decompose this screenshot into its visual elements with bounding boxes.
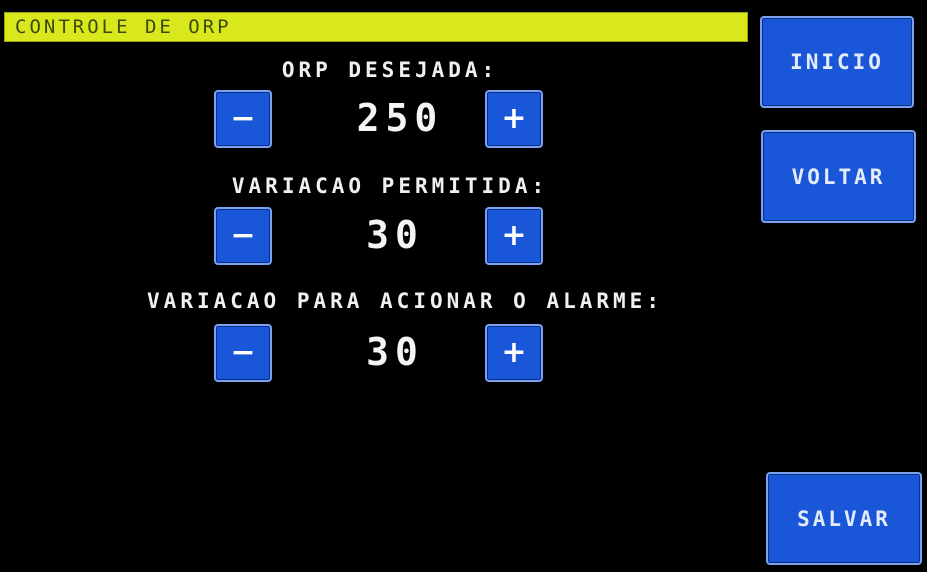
variacao-permitida-value: 30	[366, 213, 424, 257]
plus-icon: +	[501, 101, 527, 136]
salvar-button-label: SALVAR	[797, 506, 891, 531]
plus-icon: +	[501, 335, 527, 370]
plus-icon: +	[501, 218, 527, 253]
orp-desejada-label: ORP DESEJADA:	[281, 58, 499, 82]
inicio-button[interactable]: INICIO	[760, 16, 914, 108]
salvar-button[interactable]: SALVAR	[766, 472, 922, 565]
variacao-alarme-increment-button[interactable]: +	[485, 324, 543, 382]
voltar-button-label: VOLTAR	[791, 164, 886, 189]
page-title: CONTROLE DE ORP	[15, 16, 232, 38]
title-bar: CONTROLE DE ORP	[4, 12, 748, 42]
minus-icon: −	[230, 101, 256, 136]
orp-desejada-decrement-button[interactable]: −	[214, 90, 272, 148]
voltar-button[interactable]: VOLTAR	[761, 130, 916, 223]
variacao-permitida-label: VARIACAO PERMITIDA:	[231, 174, 549, 198]
variacao-alarme-decrement-button[interactable]: −	[214, 324, 272, 382]
orp-desejada-increment-button[interactable]: +	[485, 90, 543, 148]
variacao-alarme-label: VARIACAO PARA ACIONAR O ALARME:	[147, 289, 663, 313]
inicio-button-label: INICIO	[790, 50, 884, 74]
variacao-alarme-value: 30	[366, 330, 424, 374]
orp-desejada-value: 250	[356, 96, 444, 140]
variacao-permitida-decrement-button[interactable]: −	[214, 207, 272, 265]
variacao-permitida-increment-button[interactable]: +	[485, 207, 543, 265]
minus-icon: −	[230, 335, 256, 370]
minus-icon: −	[230, 218, 256, 253]
